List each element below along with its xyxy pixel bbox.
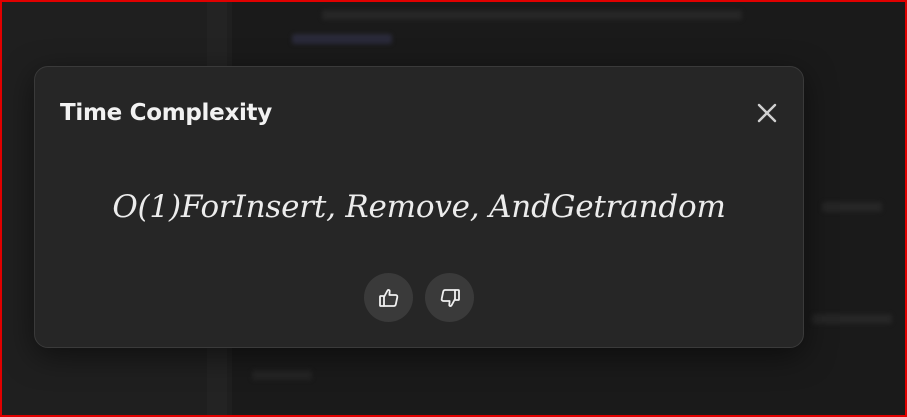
background-text-line [252,370,312,380]
time-complexity-dialog: Time Complexity O(1)ForInsert, Remove, A… [34,66,804,348]
thumbs-down-icon [440,288,460,307]
dialog-title: Time Complexity [60,100,272,126]
thumbs-up-button[interactable] [364,273,413,322]
close-button[interactable] [755,101,779,125]
background-text-line [822,202,882,212]
background-text-line [812,314,892,324]
close-icon [757,103,777,123]
background-text-line [292,34,392,44]
feedback-buttons [35,273,803,322]
background-text-line [322,10,742,20]
thumbs-down-button[interactable] [425,273,474,322]
complexity-formula: O(1)ForInsert, Remove, AndGetrandom [112,189,726,225]
thumbs-up-icon [378,288,398,307]
